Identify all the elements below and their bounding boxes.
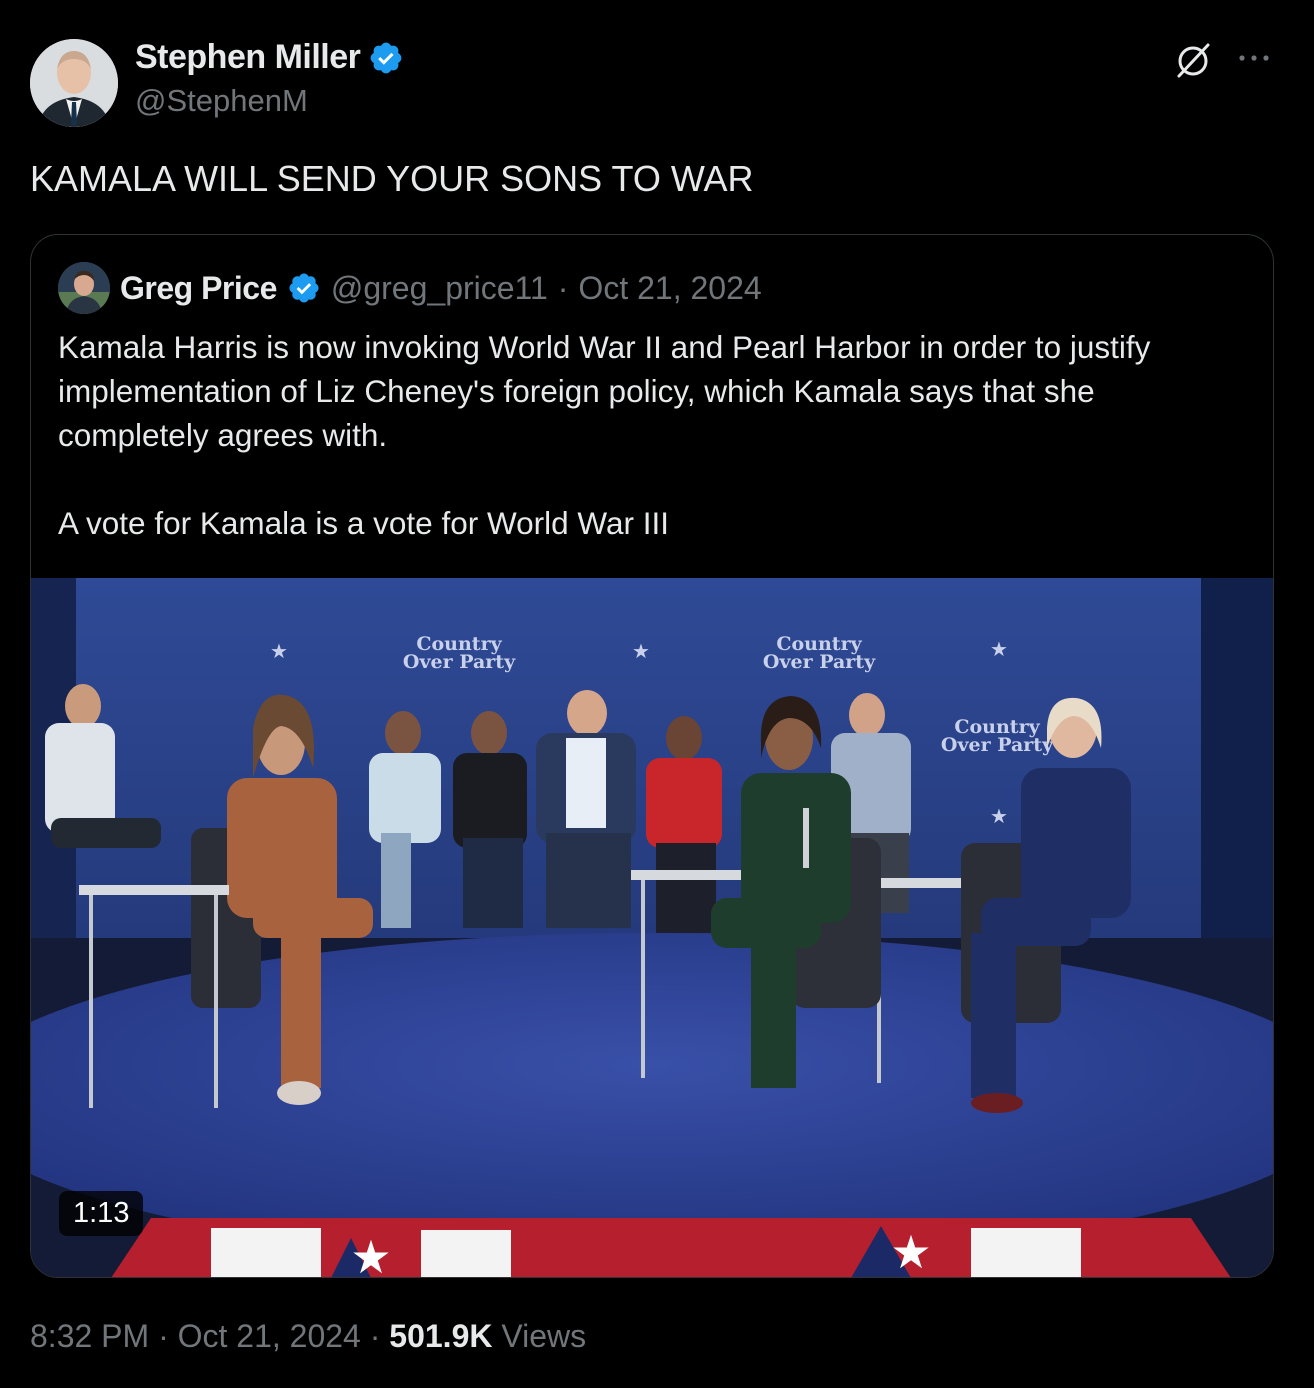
author-name-row[interactable]: Stephen Miller [135, 38, 404, 77]
quoted-author-handle[interactable]: @greg_price11 [331, 270, 548, 307]
backdrop-text: Over Party [941, 734, 1054, 756]
svg-text:★: ★ [632, 639, 650, 663]
quoted-separator: · [557, 269, 569, 306]
quoted-paragraph: Kamala Harris is now invoking World War … [58, 329, 1151, 453]
svg-text:★: ★ [990, 804, 1008, 828]
grok-icon[interactable] [1173, 40, 1213, 80]
video-thumbnail: ★ ★ ★ ★ Country Over Party Country Over … [31, 578, 1273, 1278]
tweet-footer: 8:32 PM · Oct 21, 2024 · 501.9K Views [30, 1318, 586, 1355]
quoted-paragraph: A vote for Kamala is a vote for World Wa… [58, 505, 669, 541]
footer-separator: · [158, 1318, 169, 1354]
svg-text:★: ★ [270, 639, 288, 663]
verified-badge-icon [371, 42, 402, 73]
author-handle[interactable]: @StephenM [135, 83, 308, 119]
quoted-author-avatar-image [58, 262, 110, 314]
views-label: Views [501, 1318, 587, 1354]
quoted-author-avatar[interactable] [58, 262, 110, 314]
backdrop-text: Over Party [763, 651, 876, 673]
author-avatar[interactable] [30, 39, 118, 127]
quoted-date[interactable]: Oct 21, 2024 [578, 270, 761, 307]
quoted-author-name[interactable]: Greg Price [120, 270, 277, 307]
quoted-verified-badge-icon [289, 273, 319, 303]
video-duration-badge: 1:13 [59, 1191, 144, 1236]
video-player[interactable]: ★ ★ ★ ★ Country Over Party Country Over … [31, 578, 1273, 1278]
tweet-time[interactable]: 8:32 PM [30, 1318, 149, 1354]
views-count: 501.9K [389, 1318, 493, 1354]
tweet-text: KAMALA WILL SEND YOUR SONS TO WAR [30, 158, 754, 199]
more-icon[interactable] [1236, 44, 1272, 72]
footer-separator: · [369, 1318, 381, 1354]
quoted-tweet[interactable]: Greg Price @greg_price11 · Oct 21, 2024 … [30, 234, 1274, 1278]
quoted-tweet-header: Greg Price @greg_price11 · Oct 21, 2024 [58, 262, 762, 314]
author-name[interactable]: Stephen Miller [135, 38, 361, 77]
svg-text:★: ★ [990, 637, 1008, 661]
author-avatar-image [30, 39, 118, 127]
quoted-tweet-text: Kamala Harris is now invoking World War … [58, 325, 1253, 545]
svg-text:★: ★ [350, 1230, 391, 1278]
svg-text:★: ★ [890, 1225, 931, 1278]
backdrop-text: Over Party [403, 651, 516, 673]
tweet-date[interactable]: Oct 21, 2024 [178, 1318, 361, 1354]
